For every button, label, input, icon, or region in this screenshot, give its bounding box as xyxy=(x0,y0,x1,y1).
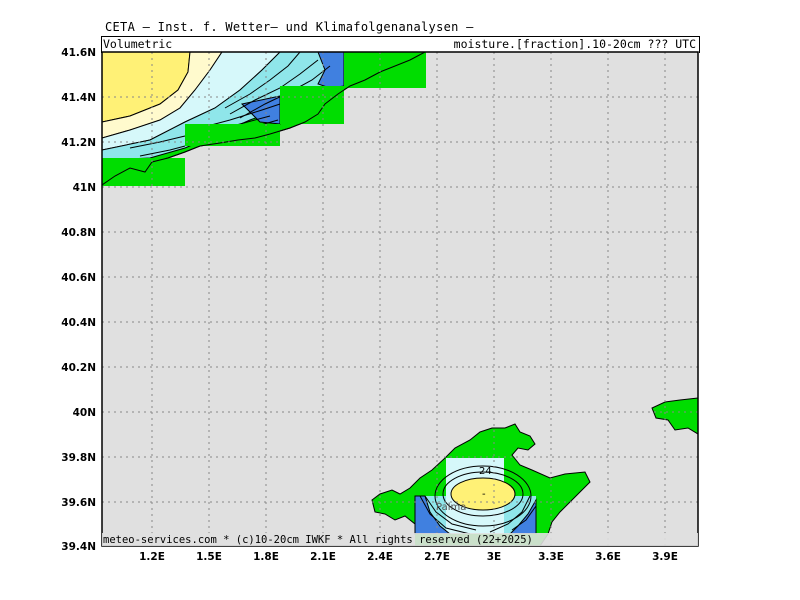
x-tick-label: 2.1E xyxy=(310,551,336,563)
map-canvas: 24 - Palma 41.6N 41.4N 41.2N 41N 40.8N 4… xyxy=(61,47,699,563)
x-tick-label: 3.6E xyxy=(595,551,621,563)
y-tick-label: 41.6N xyxy=(61,47,96,59)
x-tick-label: 3.3E xyxy=(538,551,564,563)
contour-center-mark: - xyxy=(482,489,486,500)
y-tick-label: 41N xyxy=(73,182,96,194)
x-tick-label: 1.2E xyxy=(139,551,165,563)
contour-value-label: 24 xyxy=(479,466,492,477)
y-tick-label: 39.6N xyxy=(61,497,96,509)
x-tick-label: 3.9E xyxy=(652,551,678,563)
y-tick-label: 40.6N xyxy=(61,272,96,284)
x-tick-label: 2.7E xyxy=(424,551,450,563)
y-tick-label: 40N xyxy=(73,407,96,419)
y-tick-label: 40.8N xyxy=(61,227,96,239)
city-label-palma: Palma xyxy=(436,502,466,513)
y-tick-label: 41.2N xyxy=(61,137,96,149)
y-tick-label: 39.8N xyxy=(61,452,96,464)
x-axis: 1.2E 1.5E 1.8E 2.1E 2.4E 2.7E 3E 3.3E 3.… xyxy=(139,551,678,563)
land-cell xyxy=(280,86,344,124)
x-tick-label: 1.5E xyxy=(196,551,222,563)
y-tick-label: 39.4N xyxy=(61,541,96,553)
x-tick-label: 2.4E xyxy=(367,551,393,563)
y-axis: 41.6N 41.4N 41.2N 41N 40.8N 40.6N 40.4N … xyxy=(61,47,96,553)
y-tick-label: 40.4N xyxy=(61,317,96,329)
copyright-footer: meteo-services.com * (c)10-20cm IWKF * A… xyxy=(103,534,533,546)
x-tick-label: 3E xyxy=(487,551,501,563)
x-tick-label: 1.8E xyxy=(253,551,279,563)
y-tick-label: 40.2N xyxy=(61,362,96,374)
y-tick-label: 41.4N xyxy=(61,92,96,104)
